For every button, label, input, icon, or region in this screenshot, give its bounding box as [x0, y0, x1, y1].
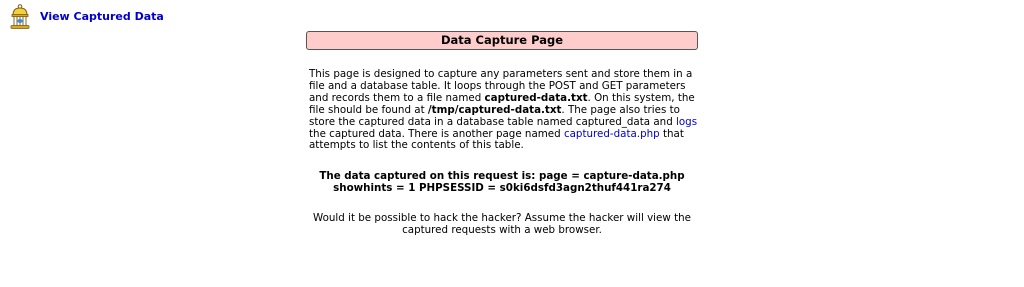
page-title: Data Capture Page [306, 31, 698, 50]
captured-data-php-link[interactable]: captured-data.php [564, 128, 660, 140]
description-text: the captured data. There is another page… [309, 127, 564, 140]
birdcage-icon [10, 4, 30, 29]
view-captured-data-label: View Captured Data [40, 10, 164, 23]
page-description: This page is designed to capture any par… [309, 68, 699, 152]
hack-question-text: Would it be possible to hack the hacker?… [313, 212, 691, 236]
logs-link[interactable]: logs [676, 116, 697, 128]
captured-line-2: showhints = 1 PHPSESSID = s0ki6dsfd3agn2… [333, 182, 671, 194]
captured-data-summary: The data captured on this request is: pa… [309, 170, 695, 194]
captured-file-name: captured-data.txt [484, 91, 588, 104]
captured-line-1: The data captured on this request is: pa… [319, 170, 685, 182]
page: View Captured Data Data Capture Page Thi… [0, 0, 1024, 287]
view-captured-data-link[interactable]: View Captured Data [8, 4, 164, 30]
captured-file-path: /tmp/captured-data.txt [427, 103, 562, 116]
